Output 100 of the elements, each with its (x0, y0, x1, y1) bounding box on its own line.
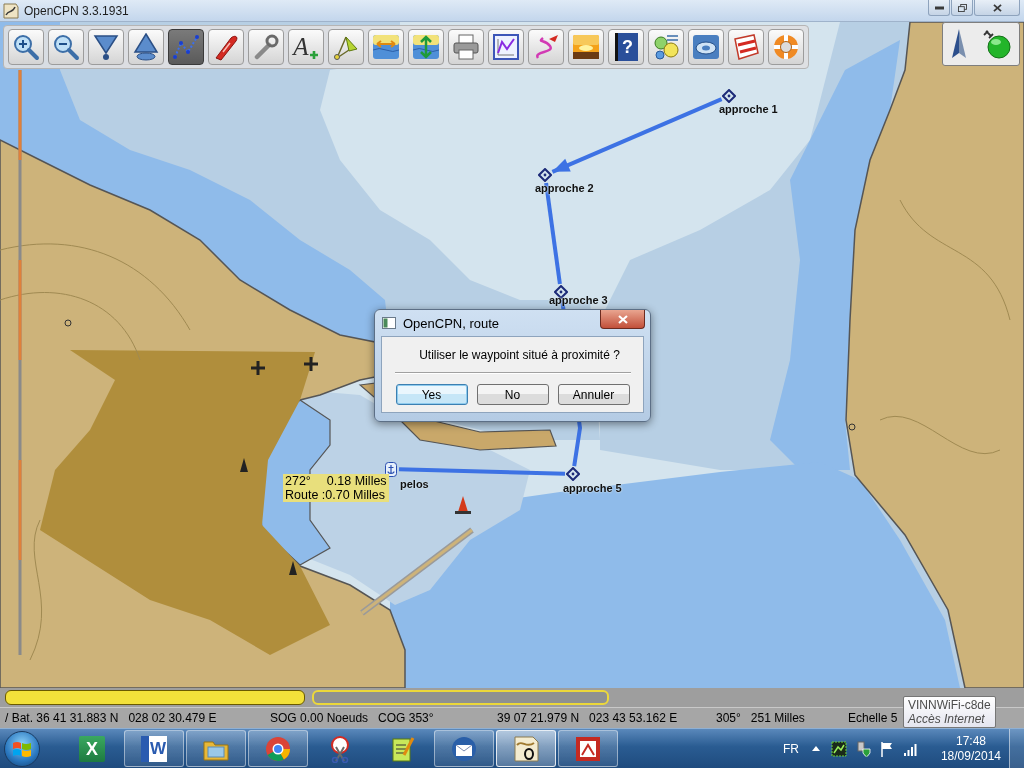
text-tool-button[interactable]: A (288, 29, 324, 65)
usb-shield-icon[interactable] (854, 740, 871, 757)
status-text: 251 Milles (750, 711, 805, 725)
lifebuoy-icon (772, 33, 800, 61)
cross-marker-icon (249, 359, 267, 377)
status-text: 023 43 53.162 E (589, 711, 678, 725)
explorer-app-button[interactable] (186, 730, 246, 767)
status-text: Echelle 5 (848, 711, 898, 725)
dialog-title: OpenCPN, route (403, 315, 500, 331)
network-monitor-icon[interactable] (830, 740, 847, 757)
magnifier-plus-icon (12, 33, 40, 61)
printer-icon (452, 33, 480, 61)
ais-button[interactable] (648, 29, 684, 65)
restore-icon (957, 3, 967, 12)
show-desktop-button[interactable] (1009, 729, 1024, 768)
waypoint-diamond-icon[interactable] (722, 89, 736, 103)
chart-key[interactable] (5, 690, 305, 705)
clock-time[interactable]: 17:48 (955, 733, 986, 749)
color-scheme-button[interactable] (568, 29, 604, 65)
close-icon (617, 314, 628, 324)
route-manager-button[interactable] (488, 29, 524, 65)
magnifier-minus-icon (52, 33, 80, 61)
chrome-app-button[interactable] (248, 730, 308, 767)
waypoint-label: approche 1 (719, 103, 778, 115)
maximize-button[interactable] (951, 0, 973, 16)
tower-marker-icon (289, 561, 297, 575)
tides-button[interactable] (368, 29, 404, 65)
route-total-text: Route :0.70 Milles (285, 488, 387, 502)
dialog-button[interactable]: Annuler (557, 384, 630, 405)
status-text: 028 02 30.479 E (128, 711, 217, 725)
ring-marker-icon (848, 423, 856, 431)
excel-app-button[interactable]: X (62, 730, 122, 767)
network-name-text: VINNWiFi-c8de (908, 698, 991, 712)
track-button[interactable] (528, 29, 564, 65)
triangle-down-icon (92, 33, 120, 61)
scale-up-button[interactable] (128, 29, 164, 65)
word-app-button[interactable]: W (124, 730, 184, 767)
network-status-text: Accès Internet (908, 712, 986, 726)
pdf-app-button[interactable] (558, 730, 618, 767)
mail-envelope-icon (450, 734, 478, 763)
zoom-in-button[interactable] (8, 29, 44, 65)
tower-marker-icon (240, 458, 248, 472)
plugin-button[interactable] (728, 29, 764, 65)
app-logo-icon (3, 2, 19, 19)
zoom-out-button[interactable] (48, 29, 84, 65)
windows-flag-icon (12, 739, 32, 758)
wrench-icon (252, 33, 280, 61)
status-text: 39 07 21.979 N (497, 711, 580, 725)
status-text: SOG 0.00 Noeuds (270, 711, 369, 725)
waypoint-label: pelos (400, 478, 429, 490)
chart-page-icon (512, 734, 540, 763)
minimize-button[interactable] (928, 0, 950, 16)
close-button[interactable] (600, 310, 645, 329)
browser-ball-icon (264, 734, 292, 763)
anchor-icon[interactable] (385, 461, 397, 477)
striped-sign-icon (732, 33, 760, 61)
scale-down-button[interactable] (88, 29, 124, 65)
window-icon (382, 317, 396, 329)
cross-marker-icon (302, 355, 320, 373)
window-title: OpenCPN 3.3.1931 (24, 3, 129, 18)
plus-icon (308, 50, 319, 60)
follow-ship-button[interactable] (208, 29, 244, 65)
caret-up-icon (811, 746, 820, 751)
circles-icon (652, 33, 680, 61)
settings-button[interactable] (248, 29, 284, 65)
start-button[interactable] (4, 730, 40, 767)
chart-plugin-button[interactable] (688, 29, 724, 65)
waypoint-diamond-icon[interactable] (566, 467, 580, 481)
close-icon (992, 3, 1002, 12)
flag-icon[interactable] (878, 740, 895, 757)
man-overboard-button[interactable] (768, 29, 804, 65)
currents-button[interactable] (408, 29, 444, 65)
dialog-message: Utiliser le waypoint situé à proximité ? (418, 347, 620, 363)
dialog-button[interactable]: Yes (395, 384, 468, 405)
status-text: 305° (716, 711, 741, 725)
distance-text: 0.18 Milles (326, 474, 387, 488)
dialog-button[interactable]: No (476, 384, 549, 405)
waypoint-diamond-icon[interactable] (538, 168, 552, 182)
help-button[interactable]: ? (608, 29, 644, 65)
flag-pencil-icon (332, 33, 360, 61)
ring-marker-icon (64, 319, 72, 327)
bearing-text: 272° (285, 474, 311, 488)
mark-button[interactable] (328, 29, 364, 65)
zigzag-path-icon (172, 33, 200, 61)
mail-app-button[interactable] (434, 730, 494, 767)
close-button[interactable] (974, 0, 1020, 16)
tide-gauge-icon (372, 33, 400, 61)
picture-frame-icon (574, 734, 602, 763)
language-indicator[interactable]: FR (782, 741, 799, 756)
waypoint-label: approche 3 (549, 294, 608, 306)
waypoint-label: approche 5 (563, 482, 622, 494)
opencpn-app-button[interactable] (496, 730, 556, 767)
compass-needle-icon[interactable] (951, 28, 967, 60)
gps-status-icon[interactable] (983, 29, 1011, 59)
clock-date[interactable]: 18/09/2014 (940, 748, 1001, 764)
line-graph-icon (492, 33, 520, 61)
status-text: / Bat. 36 41 31.883 N (5, 711, 119, 725)
beacon-icon (455, 496, 471, 514)
print-button[interactable] (448, 29, 484, 65)
triangle-up-icon (132, 33, 160, 61)
